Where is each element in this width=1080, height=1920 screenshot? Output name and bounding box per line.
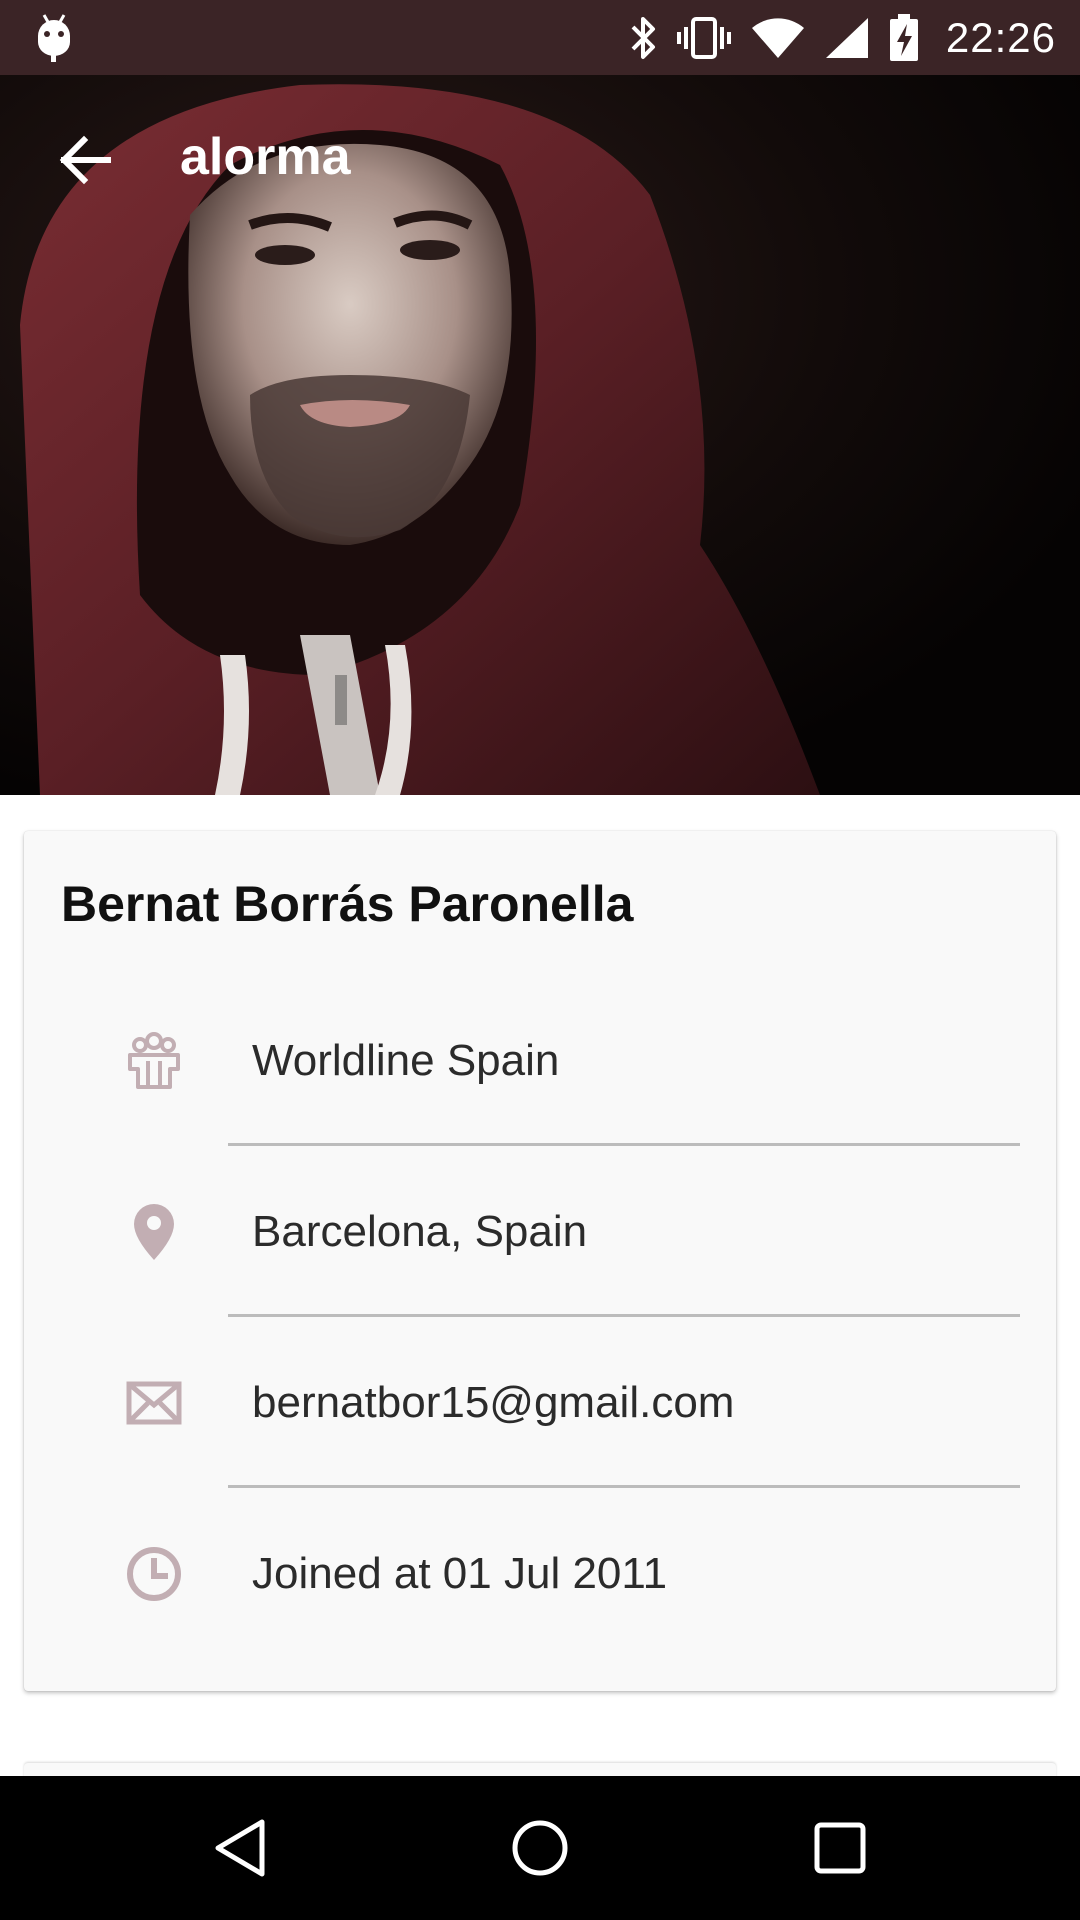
organization-icon bbox=[126, 1031, 182, 1091]
joined-text: Joined at 01 Jul 2011 bbox=[252, 1548, 668, 1598]
profile-card: Bernat Borrás Paronella Worldline Spain bbox=[24, 831, 1056, 1691]
screen: 22:26 alorma Bernat Borrás Paronella Wor… bbox=[0, 0, 1080, 1920]
nav-home-button[interactable] bbox=[460, 1776, 620, 1920]
back-button[interactable] bbox=[40, 115, 130, 205]
home-circle-icon bbox=[512, 1820, 568, 1876]
toolbar: alorma bbox=[0, 75, 1080, 245]
email-text: bernatbor15@gmail.com bbox=[252, 1377, 735, 1427]
company-text: Worldline Spain bbox=[252, 1035, 560, 1085]
wifi-icon bbox=[751, 17, 804, 58]
vibrate-icon bbox=[676, 16, 731, 59]
info-row-email[interactable]: bernatbor15@gmail.com bbox=[24, 1317, 1056, 1488]
profile-name: Bernat Borrás Paronella bbox=[61, 876, 634, 932]
recents-square-icon bbox=[814, 1822, 866, 1874]
status-icons: 22:26 bbox=[628, 0, 1056, 75]
back-triangle-icon bbox=[215, 1819, 265, 1877]
info-row-company[interactable]: Worldline Spain bbox=[24, 975, 1056, 1146]
nav-recents-button[interactable] bbox=[760, 1776, 920, 1920]
info-row-location[interactable]: Barcelona, Spain bbox=[24, 1146, 1056, 1317]
mail-icon bbox=[126, 1373, 182, 1433]
location-pin-icon bbox=[126, 1202, 182, 1262]
info-row-joined: Joined at 01 Jul 2011 bbox=[24, 1488, 1056, 1659]
clock-icon bbox=[126, 1544, 182, 1604]
status-bar: 22:26 bbox=[0, 0, 1080, 75]
battery-charging-icon bbox=[889, 13, 918, 61]
clock-time: 22:26 bbox=[945, 13, 1056, 61]
nav-back-button[interactable] bbox=[160, 1776, 320, 1920]
location-text: Barcelona, Spain bbox=[252, 1206, 588, 1256]
arrow-back-icon bbox=[59, 135, 111, 185]
bluetooth-icon bbox=[631, 16, 655, 59]
cell-signal-icon bbox=[825, 17, 868, 58]
android-debug-icon bbox=[38, 14, 70, 62]
navigation-bar bbox=[0, 1776, 1080, 1920]
toolbar-title: alorma bbox=[180, 128, 351, 186]
